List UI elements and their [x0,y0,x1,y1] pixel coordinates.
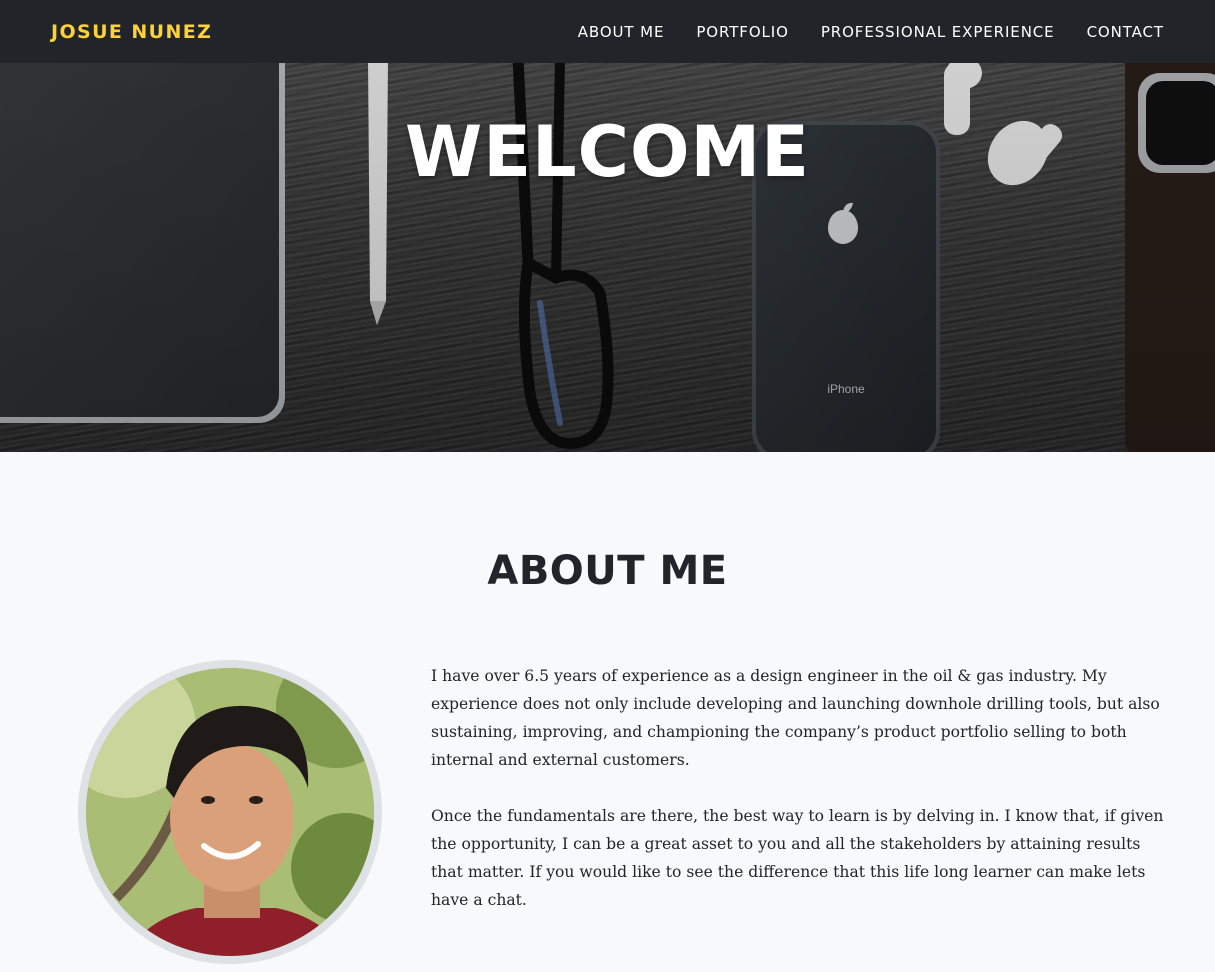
nav-link-professional-experience[interactable]: PROFESSIONAL EXPERIENCE [821,23,1055,41]
hero-title: WELCOME [405,111,810,193]
brand-logo-link[interactable]: JOSUE NUNEZ [51,21,212,43]
nav-link-portfolio[interactable]: PORTFOLIO [696,23,788,41]
nav-link-about-me[interactable]: ABOUT ME [578,23,665,41]
profile-photo-illustration [86,668,374,956]
hero-banner: iPhone WELCOME [0,63,1215,452]
navbar: JOSUE NUNEZ ABOUT ME PORTFOLIO PROFESSIO… [0,0,1215,63]
nav-links: ABOUT ME PORTFOLIO PROFESSIONAL EXPERIEN… [578,23,1164,41]
about-text: I have over 6.5 years of experience as a… [431,662,1176,914]
about-section-title: ABOUT ME [487,548,728,594]
profile-photo [78,660,382,964]
nav-link-contact[interactable]: CONTACT [1087,23,1164,41]
about-paragraph: Once the fundamentals are there, the bes… [431,807,1164,909]
about-paragraph: I have over 6.5 years of experience as a… [431,667,1160,769]
